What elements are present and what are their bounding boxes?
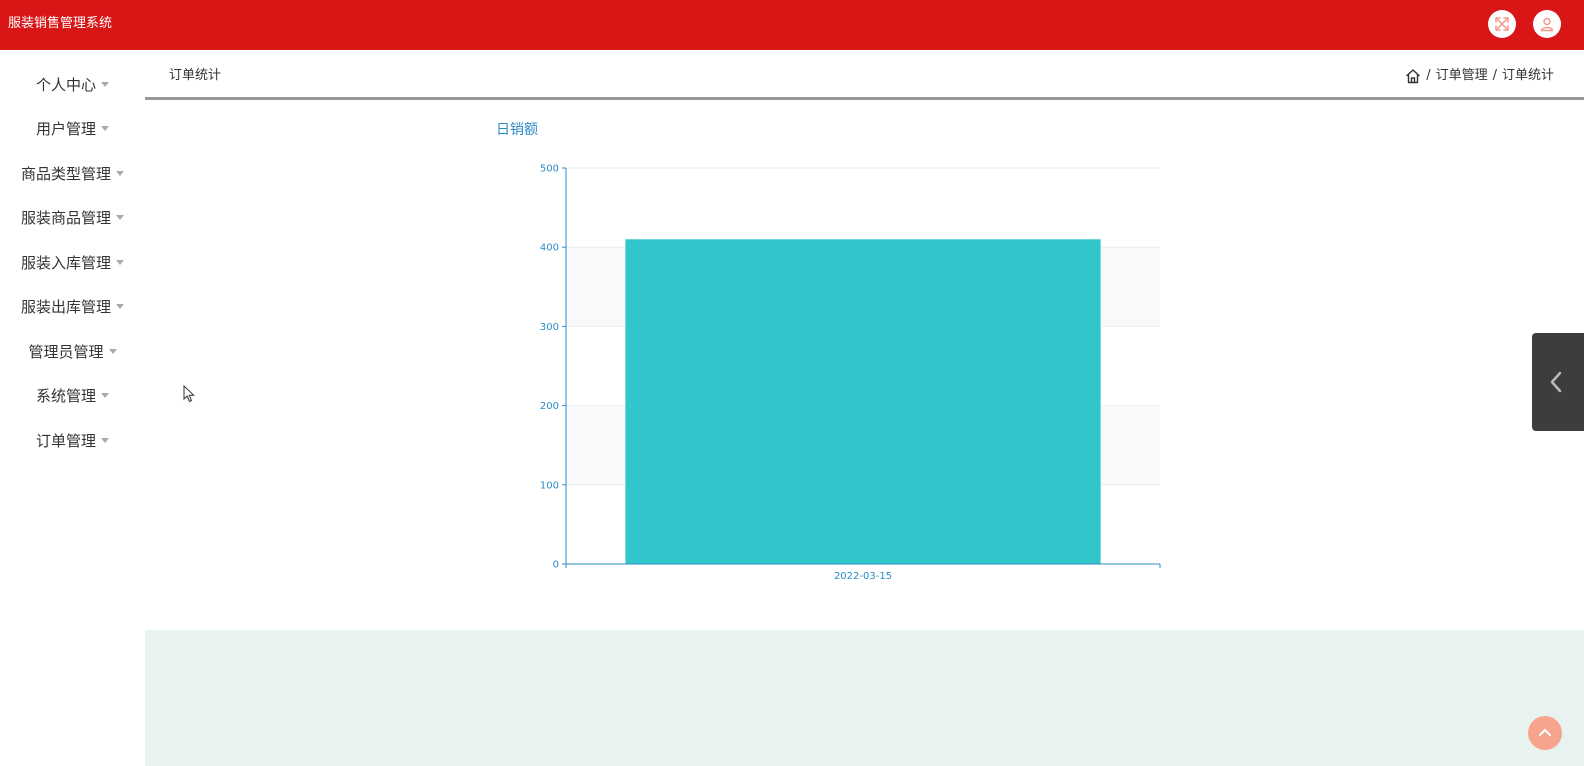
x-tick-label: 2022-03-15	[834, 571, 892, 582]
sidebar-item-admin-management[interactable]: 管理员管理	[0, 342, 145, 386]
sidebar-item-system-management[interactable]: 系统管理	[0, 386, 145, 430]
caret-down-icon	[101, 393, 109, 398]
sidebar-item-stock-out-management[interactable]: 服装出库管理	[0, 297, 145, 341]
bar	[625, 239, 1101, 564]
caret-down-icon	[101, 82, 109, 87]
caret-down-icon	[101, 126, 109, 131]
breadcrumb-order-management[interactable]: 订单管理	[1436, 67, 1488, 85]
y-tick-label: 200	[540, 401, 559, 412]
caret-down-icon	[108, 349, 117, 354]
sidebar-item-label: 服装商品管理	[20, 209, 111, 227]
y-tick-label: 400	[540, 243, 559, 254]
sidebar-item-label: 系统管理	[35, 387, 96, 405]
back-to-top-button[interactable]	[1528, 716, 1562, 750]
sidebar-item-label: 订单管理	[35, 432, 96, 450]
app-title: 服装销售管理系统	[8, 16, 113, 31]
sidebar-item-clothing-product-management[interactable]: 服装商品管理	[0, 208, 145, 252]
sidebar-item-label: 商品类型管理	[20, 165, 111, 183]
caret-down-icon	[116, 215, 124, 220]
chart-title: 日销额	[496, 122, 538, 138]
sidebar-item-stock-in-management[interactable]: 服装入库管理	[0, 253, 145, 297]
sidebar-item-label: 管理员管理	[28, 343, 104, 361]
user-icon	[1540, 17, 1554, 32]
caret-down-icon	[116, 260, 124, 265]
top-bar: 服装销售管理系统	[0, 0, 1584, 50]
breadcrumb-separator: /	[1426, 68, 1431, 83]
caret-down-icon	[116, 171, 124, 176]
daily-sales-chart: 0 100 200 300 400 500 2022-03-15	[540, 164, 1161, 582]
sidebar-item-user-management[interactable]: 用户管理	[0, 119, 145, 163]
user-button[interactable]	[1533, 10, 1561, 38]
home-icon[interactable]	[1405, 68, 1421, 84]
y-tick-label: 100	[540, 480, 559, 491]
footer-area	[145, 630, 1584, 766]
y-tick-label: 0	[553, 560, 559, 571]
sidebar-item-label: 用户管理	[35, 120, 96, 138]
arrow-up-icon	[1539, 728, 1551, 736]
page-header: 订单统计 / 订单管理 / 订单统计	[145, 50, 1584, 100]
y-tick-label: 500	[540, 164, 559, 175]
side-panel-toggle[interactable]	[1532, 333, 1584, 431]
fullscreen-icon	[1495, 17, 1509, 31]
page-title: 订单统计	[169, 68, 222, 83]
chevron-left-icon	[1550, 371, 1562, 393]
sidebar-item-product-type-management[interactable]: 商品类型管理	[0, 164, 145, 208]
breadcrumb-separator: /	[1492, 68, 1497, 83]
breadcrumb: / 订单管理 / 订单统计	[1405, 67, 1554, 85]
sidebar-item-personal-center[interactable]: 个人中心	[0, 75, 145, 119]
sidebar-item-label: 服装出库管理	[20, 298, 111, 316]
sidebar-item-label: 个人中心	[35, 76, 96, 94]
mouse-cursor-icon	[183, 385, 195, 403]
fullscreen-button[interactable]	[1488, 10, 1516, 38]
sidebar-item-label: 服装入库管理	[20, 254, 111, 272]
caret-down-icon	[101, 438, 109, 443]
sidebar-item-order-management[interactable]: 订单管理	[0, 431, 145, 475]
y-tick-label: 300	[540, 322, 559, 333]
sidebar: 个人中心 用户管理 商品类型管理 服装商品管理 服装入库管理 服装出库管理 管理…	[0, 50, 145, 766]
caret-down-icon	[116, 304, 124, 309]
breadcrumb-order-statistics: 订单统计	[1501, 68, 1554, 83]
